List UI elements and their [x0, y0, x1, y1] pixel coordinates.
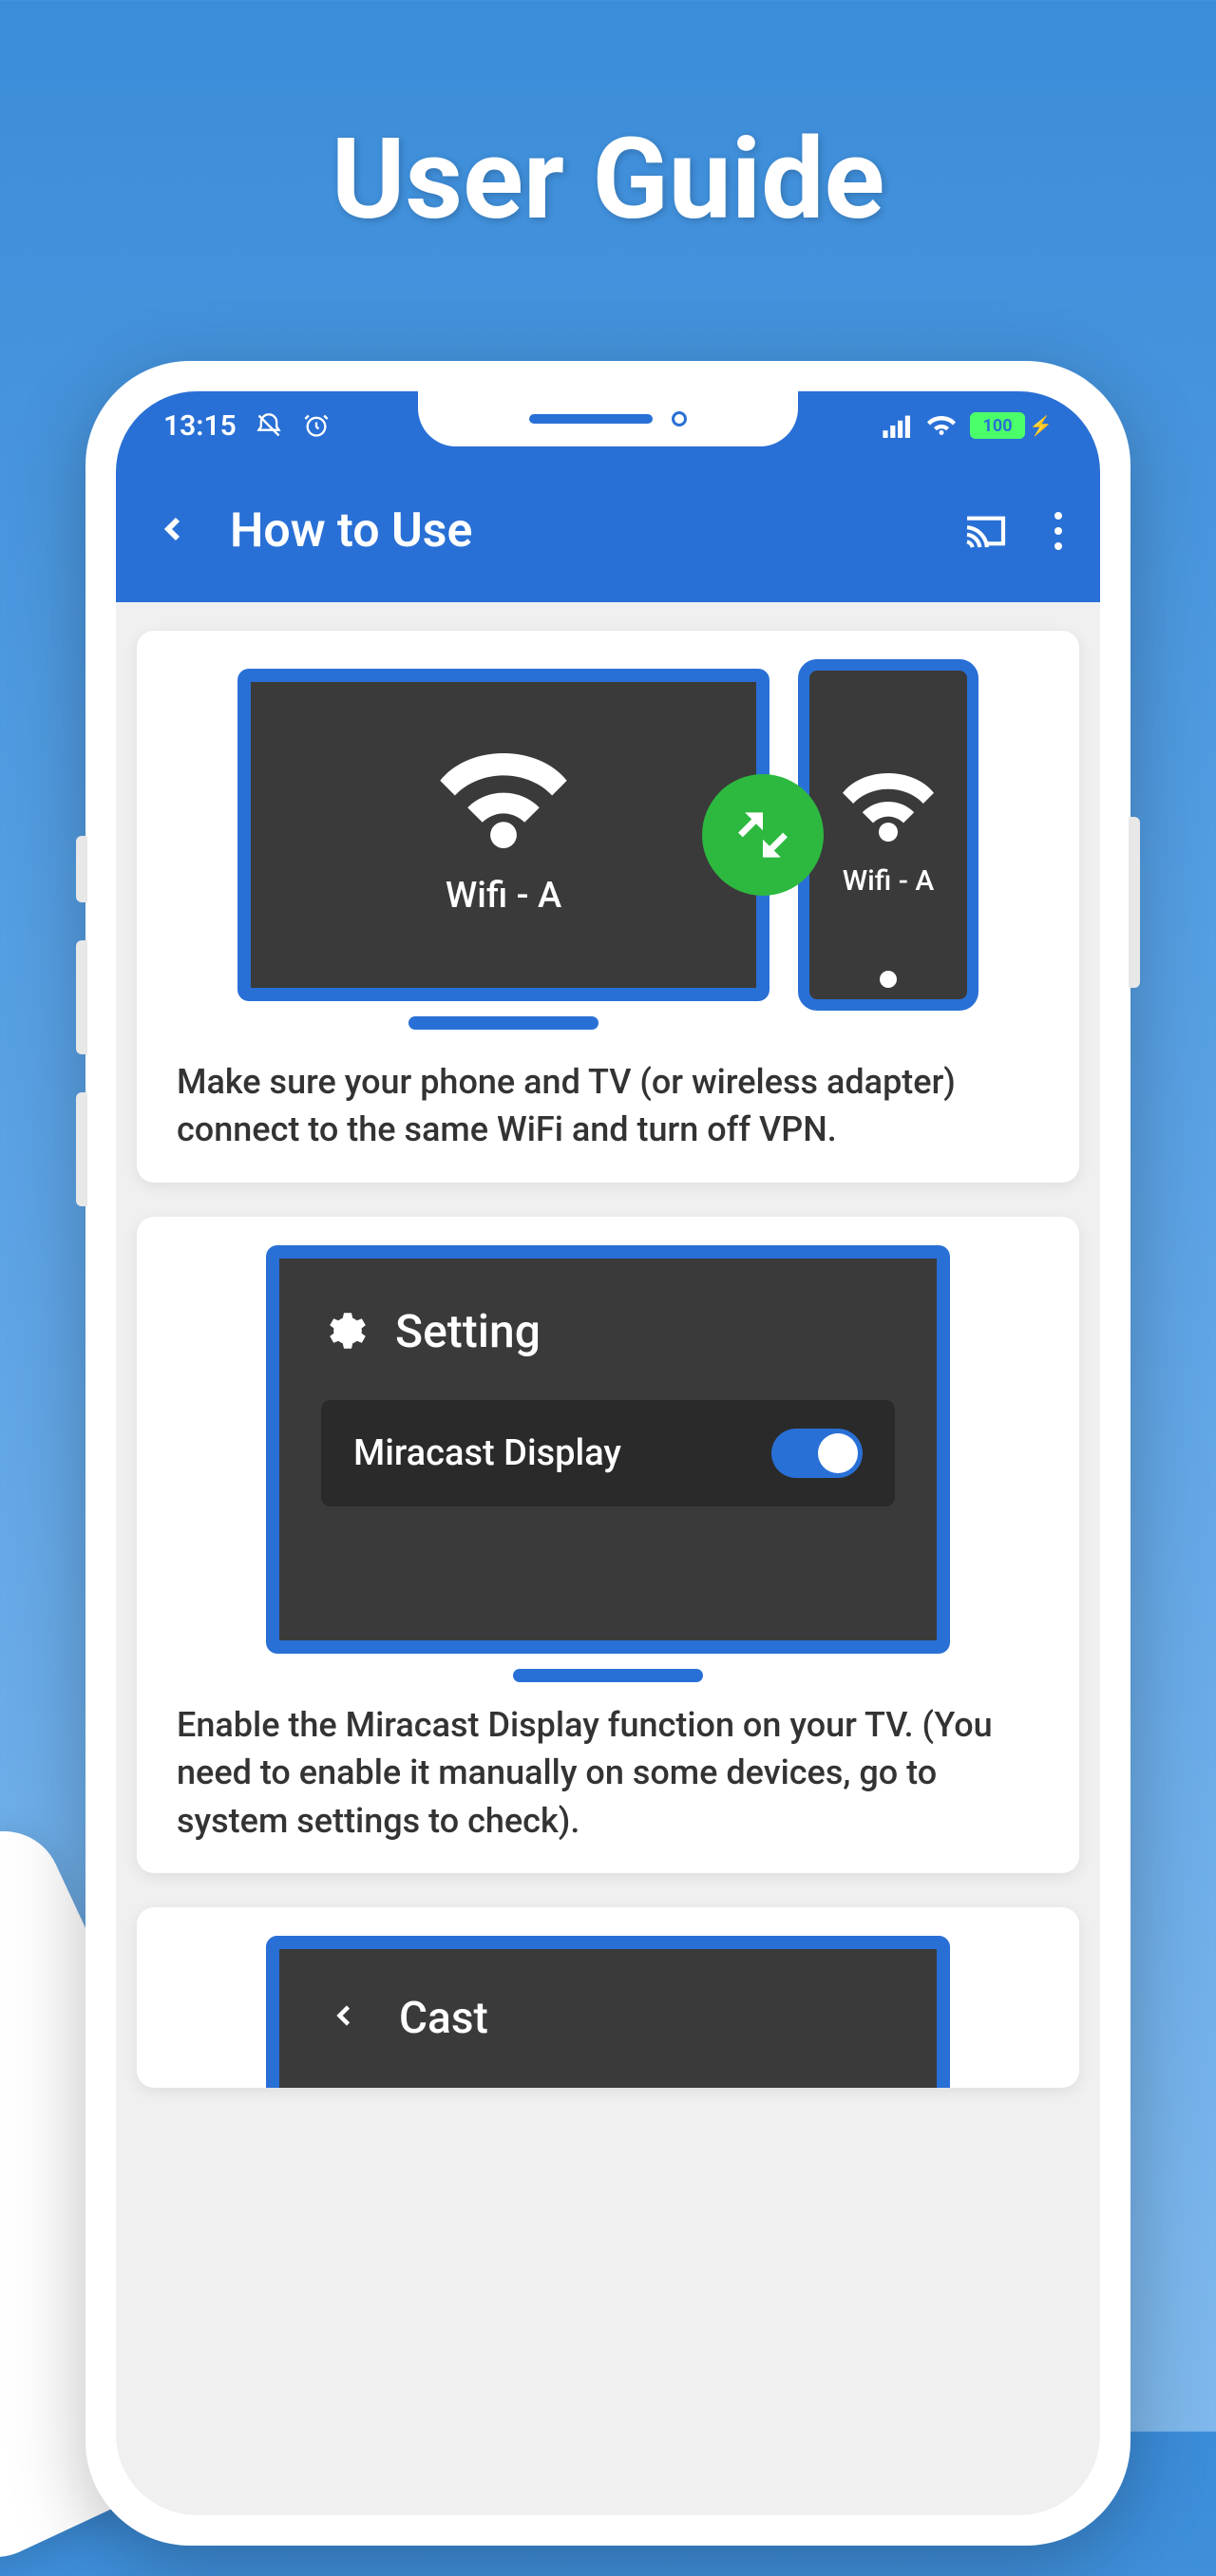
content-area: Wifi - A Wifi - A: [116, 602, 1100, 2116]
page-title: User Guide: [0, 0, 1216, 245]
wifi-instruction-text: Make sure your phone and TV (or wireless…: [165, 1058, 1051, 1154]
cast-title-label: Cast: [399, 1993, 488, 2044]
toggle-label: Miracast Display: [353, 1432, 621, 1474]
phone-power-button: [1129, 817, 1140, 988]
more-options-icon[interactable]: [1054, 512, 1062, 550]
battery-level: 100: [970, 412, 1025, 439]
toggle-switch[interactable]: [771, 1429, 863, 1478]
settings-instruction-card: Setting Miracast Display Enable the Mira…: [137, 1217, 1079, 1873]
phone-mockup-frame: 13:15: [86, 361, 1130, 2546]
header-title: How to Use: [230, 503, 925, 559]
settings-illustration: Setting Miracast Display: [165, 1245, 1051, 1654]
wifi-icon: [437, 753, 570, 852]
status-time: 13:15: [163, 409, 237, 443]
phone-screen: 13:15: [116, 391, 1100, 2515]
sync-icon: [702, 774, 824, 896]
tv-cast-illustration: Cast: [266, 1936, 950, 2088]
phone-notch: [418, 391, 798, 446]
settings-title-label: Setting: [395, 1304, 541, 1358]
header-bar: How to Use: [116, 460, 1100, 602]
phone-wifi-label: Wifi - A: [843, 864, 935, 898]
cast-back-icon: [327, 1993, 361, 2044]
wifi-illustration: Wifi - A Wifi - A: [165, 659, 1051, 1011]
battery-indicator: 100 ⚡: [970, 412, 1053, 439]
wifi-icon: [841, 773, 936, 845]
cast-icon[interactable]: [963, 513, 1007, 549]
tv-device-illustration: Wifi - A: [238, 669, 770, 1001]
mute-icon: [254, 410, 284, 441]
miracast-toggle-row: Miracast Display: [321, 1400, 895, 1506]
wifi-instruction-card: Wifi - A Wifi - A: [137, 631, 1079, 1183]
cast-instruction-card: Cast: [137, 1907, 1079, 2088]
phone-volume-buttons: [76, 836, 87, 1244]
back-button[interactable]: [154, 502, 192, 561]
alarm-icon: [301, 410, 332, 441]
tv-settings-illustration: Setting Miracast Display: [266, 1245, 950, 1654]
phone-device-illustration: Wifi - A: [798, 659, 978, 1011]
tv-wifi-label: Wifi - A: [446, 875, 561, 917]
settings-instruction-text: Enable the Miracast Display function on …: [165, 1701, 1051, 1845]
wifi-icon: [926, 410, 957, 441]
cast-illustration: Cast: [165, 1936, 1051, 2088]
signal-icon: [883, 410, 913, 441]
gear-icon: [321, 1308, 367, 1354]
